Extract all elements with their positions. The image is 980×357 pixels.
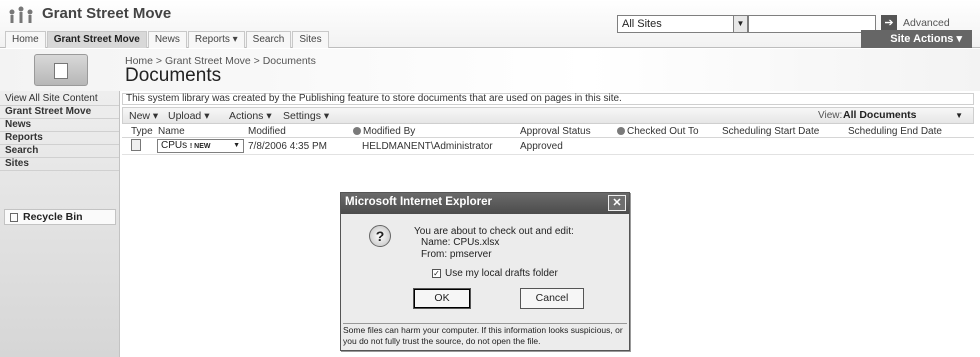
dialog-message: You are about to check out and edit:: [414, 226, 574, 237]
search-input[interactable]: [748, 15, 876, 33]
chevron-down-icon: ▼: [233, 142, 240, 149]
tab-grant-street-move[interactable]: Grant Street Move: [46, 31, 147, 48]
tab-search[interactable]: Search: [245, 31, 292, 48]
search-go-icon[interactable]: ➔: [881, 15, 897, 31]
column-scheduling-start[interactable]: Scheduling Start Date: [722, 126, 819, 137]
divider: [122, 137, 974, 138]
checkbox-label: Use my local drafts folder: [445, 268, 558, 279]
nav-reports[interactable]: Reports: [0, 132, 119, 145]
column-checked-out-to-label: Checked Out To: [627, 126, 699, 137]
recycle-bin-icon: [10, 213, 18, 222]
top-nav-tabs: Home Grant Street Move News Reports ▾ Se…: [5, 31, 330, 48]
page-title: Documents: [125, 65, 222, 86]
dialog-file-name: Name: CPUs.xlsx: [421, 237, 500, 248]
nav-view-all-content[interactable]: View All Site Content: [0, 93, 119, 106]
dialog-file-from: From: pmserver: [421, 249, 492, 260]
use-local-drafts-checkbox[interactable]: ✓: [432, 269, 441, 278]
view-select-value: All Documents: [843, 109, 917, 121]
presence-icon: [353, 127, 361, 135]
divider: [122, 154, 974, 155]
chevron-down-icon: ▼: [955, 111, 963, 120]
recycle-bin-link[interactable]: Recycle Bin: [4, 209, 116, 225]
upload-menu[interactable]: Upload ▾: [168, 110, 209, 122]
nav-news[interactable]: News: [0, 119, 119, 132]
document-library-icon: [34, 54, 88, 86]
new-menu[interactable]: New ▾: [129, 110, 158, 122]
column-modified-by-label: Modified By: [363, 126, 416, 137]
column-approval-status[interactable]: Approval Status: [520, 126, 591, 137]
site-logo-icon: [9, 6, 33, 23]
question-icon: ?: [369, 225, 391, 247]
row-modified: 7/8/2006 4:35 PM: [248, 141, 327, 152]
site-actions-button[interactable]: Site Actions ▾: [861, 30, 972, 48]
presence-icon: [617, 127, 625, 135]
row-modified-by[interactable]: HELDMANENT\Administrator: [362, 141, 493, 152]
settings-menu[interactable]: Settings ▾: [283, 110, 329, 122]
tab-home[interactable]: Home: [5, 31, 46, 48]
divider: [343, 323, 627, 324]
new-badge: ! NEW: [189, 143, 211, 150]
dialog-titlebar[interactable]: Microsoft Internet Explorer: [341, 193, 629, 214]
column-modified[interactable]: Modified: [248, 126, 286, 137]
view-select[interactable]: All Documents ▼: [839, 109, 969, 122]
nav-search[interactable]: Search: [0, 145, 119, 158]
excel-file-icon[interactable]: [131, 139, 141, 151]
checkout-dialog: Microsoft Internet Explorer ✕ ? You are …: [340, 192, 630, 351]
nav-sites[interactable]: Sites: [0, 158, 119, 171]
file-name: CPUs: [161, 140, 188, 151]
library-description: This system library was created by the P…: [122, 93, 974, 105]
tab-sites[interactable]: Sites: [292, 31, 329, 48]
column-modified-by[interactable]: Modified By: [353, 126, 415, 137]
ok-button[interactable]: OK: [413, 288, 471, 309]
dialog-title: Microsoft Internet Explorer: [345, 196, 492, 208]
tab-reports[interactable]: Reports ▾: [187, 31, 245, 48]
nav-grant-street-move[interactable]: Grant Street Move: [0, 106, 119, 119]
dialog-warning: Some files can harm your computer. If th…: [343, 325, 623, 346]
row-approval-status: Approved: [520, 141, 563, 152]
close-icon[interactable]: ✕: [608, 195, 626, 211]
column-name[interactable]: Name: [158, 126, 185, 137]
tab-news[interactable]: News: [147, 31, 187, 48]
cancel-button[interactable]: Cancel: [520, 288, 584, 309]
column-checked-out-to[interactable]: Checked Out To: [617, 126, 699, 137]
column-scheduling-end[interactable]: Scheduling End Date: [848, 126, 942, 137]
recycle-bin-label: Recycle Bin: [23, 211, 83, 223]
actions-menu[interactable]: Actions ▾: [229, 110, 272, 122]
search-scope-select[interactable]: All Sites: [617, 15, 748, 33]
column-type[interactable]: Type: [131, 126, 153, 137]
site-title[interactable]: Grant Street Move: [42, 5, 171, 22]
file-name-menu[interactable]: CPUs ! NEW ▼: [157, 139, 244, 153]
chevron-down-icon[interactable]: ▼: [733, 15, 748, 33]
